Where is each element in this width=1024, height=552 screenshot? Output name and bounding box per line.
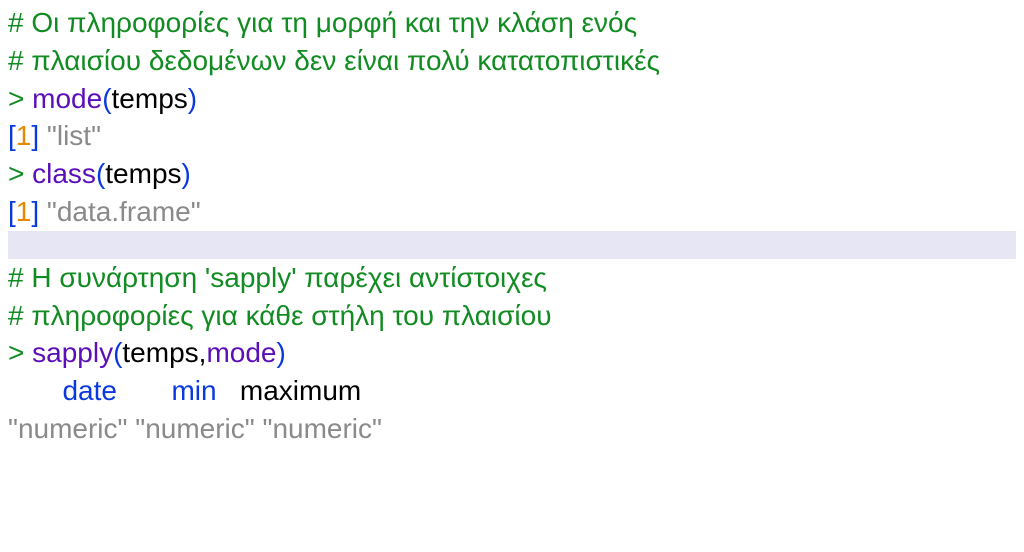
pad: [217, 375, 240, 406]
comment-text: # πλαισίου δεδομένων δεν είναι πολύ κατα…: [8, 45, 660, 76]
comment-line-1: # Οι πληροφορίες για τη μορφή και την κλ…: [8, 4, 1016, 42]
output-header-line: date min maximum: [8, 372, 1016, 410]
comment-text: # Οι πληροφορίες για τη μορφή και την κλ…: [8, 7, 637, 38]
output-index: 1: [16, 196, 32, 227]
comment-text: # Η συνάρτηση 'sapply' παρέχει αντίστοιχ…: [8, 262, 547, 293]
code-line-mode: > mode(temps): [8, 80, 1016, 118]
close-paren: ): [182, 158, 191, 189]
section-divider: [8, 231, 1016, 259]
argument: temps: [112, 83, 188, 114]
close-paren: ): [188, 83, 197, 114]
code-line-class: > class(temps): [8, 155, 1016, 193]
bracket-close: ]: [31, 196, 39, 227]
argument: temps: [105, 158, 181, 189]
cell-date: "numeric": [8, 413, 127, 444]
comment-line-2: # πλαισίου δεδομένων δεν είναι πολύ κατα…: [8, 42, 1016, 80]
function-name: class: [32, 158, 96, 189]
output-line-class: [1] "data.frame": [8, 193, 1016, 231]
argument-1: temps: [122, 337, 198, 368]
comment-line-4: # πληροφορίες για κάθε στήλη του πλαισίο…: [8, 297, 1016, 335]
column-header-maximum: maximum: [240, 375, 361, 406]
bracket-close: ]: [31, 120, 39, 151]
function-name: sapply: [32, 337, 113, 368]
argument-2: mode: [206, 337, 276, 368]
close-paren: ): [276, 337, 285, 368]
function-name: mode: [32, 83, 102, 114]
bracket-open: [: [8, 120, 16, 151]
open-paren: (: [113, 337, 122, 368]
output-value: "data.frame": [47, 196, 201, 227]
cell-min: "numeric": [135, 413, 254, 444]
code-line-sapply: > sapply(temps,mode): [8, 334, 1016, 372]
pad: [8, 375, 62, 406]
comment-text: # πληροφορίες για κάθε στήλη του πλαισίο…: [8, 300, 552, 331]
column-header-min: min: [171, 375, 216, 406]
prompt: >: [8, 83, 32, 114]
output-value: "list": [47, 120, 101, 151]
open-paren: (: [96, 158, 105, 189]
open-paren: (: [102, 83, 111, 114]
output-row-line: "numeric" "numeric" "numeric": [8, 410, 1016, 448]
output-line-mode: [1] "list": [8, 117, 1016, 155]
cell-maximum: "numeric": [263, 413, 382, 444]
comment-line-3: # Η συνάρτηση 'sapply' παρέχει αντίστοιχ…: [8, 259, 1016, 297]
prompt: >: [8, 337, 32, 368]
bracket-open: [: [8, 196, 16, 227]
space: [255, 413, 263, 444]
output-index: 1: [16, 120, 32, 151]
column-header-date: date: [62, 375, 117, 406]
space: [39, 196, 47, 227]
pad: [117, 375, 171, 406]
space: [39, 120, 47, 151]
prompt: >: [8, 158, 32, 189]
